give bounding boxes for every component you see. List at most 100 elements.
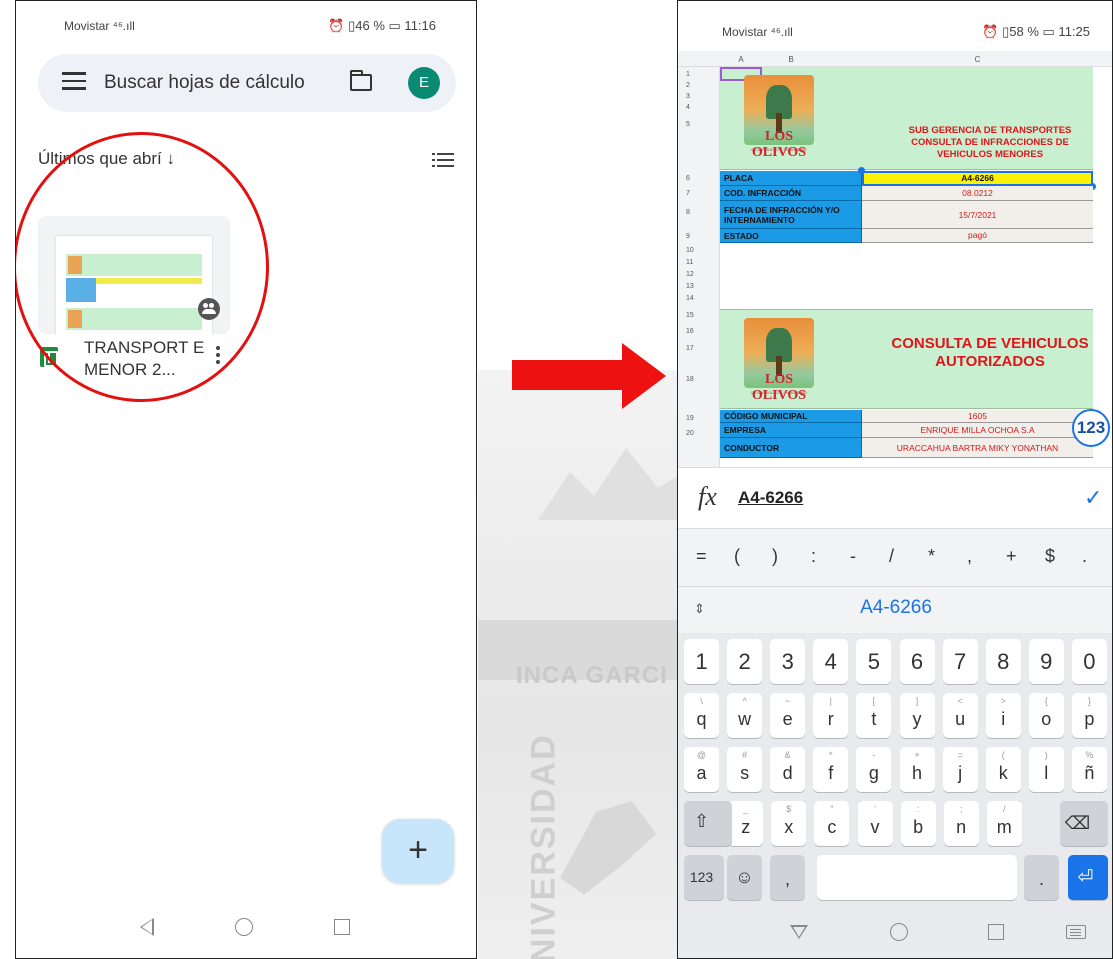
hamburger-menu-icon[interactable] — [62, 72, 86, 92]
symbol-key[interactable]: $ — [1045, 546, 1055, 567]
key-p[interactable]: } p — [1071, 693, 1107, 738]
emoji-key[interactable]: ☺ — [727, 855, 762, 900]
key-9[interactable]: 9 — [1028, 639, 1064, 684]
key-h[interactable]: + h — [899, 747, 935, 792]
row-header-12[interactable]: 12 — [678, 271, 720, 278]
formula-input[interactable]: A4-6266 — [738, 488, 803, 508]
row-header-15[interactable]: 15 — [678, 312, 720, 319]
cell-value-fecha[interactable]: 15/7/2021 — [862, 201, 1093, 229]
key-7[interactable]: 7 — [942, 639, 978, 684]
key-e[interactable]: ~ e — [770, 693, 806, 738]
spreadsheet-grid[interactable]: LOS OLIVOS DESARROLLO Y PROGRESO SUB GER… — [720, 67, 1112, 467]
key-d[interactable]: & d — [770, 747, 806, 792]
key-6[interactable]: 6 — [899, 639, 935, 684]
key-a[interactable]: @ a — [684, 747, 719, 792]
confirm-check-icon[interactable]: ✓ — [1084, 485, 1102, 511]
row-header-3[interactable]: 3 — [678, 93, 720, 100]
key-u[interactable]: < u — [942, 693, 978, 738]
key-0[interactable]: 0 — [1071, 639, 1107, 684]
row-header-11[interactable]: 11 — [678, 259, 720, 266]
suggested-word[interactable]: A4-6266 — [678, 597, 1112, 619]
key-k[interactable]: (k — [985, 747, 1021, 792]
cell-value-codigo-municipal[interactable]: 1605 — [862, 410, 1093, 423]
key-5[interactable]: 5 — [856, 639, 892, 684]
cell-value-cod-infraccion[interactable]: 08.0212 — [862, 186, 1093, 201]
cell-value-estado[interactable]: pagó — [862, 229, 1093, 243]
cell-value-conductor[interactable]: URACCAHUA BARTRA MIKY YONATHAN — [862, 438, 1093, 458]
key-z[interactable]: _ z — [728, 801, 764, 846]
row-header-8[interactable]: 8 — [678, 209, 720, 216]
row-header-9[interactable]: 9 — [678, 233, 720, 240]
list-view-icon[interactable] — [432, 153, 454, 169]
symbol-key[interactable]: , — [967, 546, 972, 567]
row-header-6[interactable]: 6 — [678, 175, 720, 182]
symbol-key[interactable]: ) — [772, 546, 778, 567]
new-sheet-fab[interactable]: + — [382, 819, 454, 883]
period-key[interactable]: . — [1024, 855, 1059, 900]
row-header-5[interactable]: 5 — [678, 121, 720, 128]
selection-handle-top[interactable] — [858, 167, 865, 174]
key-l[interactable]: ) l — [1028, 747, 1064, 792]
row-header-4[interactable]: 4 — [678, 104, 720, 111]
shift-key[interactable]: ⇧ — [684, 801, 732, 846]
key-1[interactable]: 1 — [684, 639, 719, 684]
back-down-icon[interactable] — [790, 925, 808, 939]
key-g[interactable]: -g — [856, 747, 892, 792]
back-icon[interactable] — [140, 918, 154, 936]
number-format-fab[interactable]: 123 — [1072, 409, 1110, 447]
key-x[interactable]: $ x — [771, 801, 807, 846]
cell-label-cod-infraccion[interactable]: COD. INFRACCIÓN — [720, 186, 862, 201]
row-header-2[interactable]: 2 — [678, 82, 720, 89]
row-header-10[interactable]: 10 — [678, 247, 720, 254]
key-y[interactable]: ] y — [899, 693, 935, 738]
recents-icon[interactable] — [334, 919, 350, 935]
home-icon[interactable] — [235, 918, 253, 936]
cell-label-estado[interactable]: ESTADO — [720, 229, 862, 243]
fx-icon[interactable]: fx — [698, 482, 717, 512]
symbol-key[interactable]: = — [696, 546, 707, 567]
comma-key[interactable]: , — [770, 855, 805, 900]
key-w[interactable]: ^ w — [727, 693, 763, 738]
folder-icon[interactable] — [350, 70, 372, 91]
key-t[interactable]: [t — [856, 693, 892, 738]
symbol-key[interactable]: ( — [734, 546, 740, 567]
cell-value-placa[interactable]: A4-6266 — [862, 171, 1093, 186]
cell-label-codigo-municipal[interactable]: CÓDIGO MUNICIPAL — [720, 410, 862, 423]
key-4[interactable]: 4 — [813, 639, 849, 684]
key-3[interactable]: 3 — [770, 639, 806, 684]
symbol-key[interactable]: + — [1006, 546, 1017, 567]
symbol-key[interactable]: . — [1082, 546, 1087, 567]
key-n[interactable]: ; n — [943, 801, 979, 846]
key-m[interactable]: / m — [986, 801, 1022, 846]
key-c[interactable]: " c — [814, 801, 850, 846]
keyboard-switch-icon[interactable] — [1066, 925, 1086, 939]
cell-value-empresa[interactable]: ENRIQUE MILLA OCHOA S.A — [862, 423, 1093, 438]
key-j[interactable]: = j — [942, 747, 978, 792]
column-header-c[interactable]: C — [862, 55, 1093, 64]
key-ñ[interactable]: % ñ — [1071, 747, 1107, 792]
symbol-key[interactable]: - — [850, 546, 856, 567]
row-header-13[interactable]: 13 — [678, 283, 720, 290]
row-header-19[interactable]: 19 — [678, 415, 720, 422]
key-v[interactable]: ' v — [857, 801, 893, 846]
row-header-20[interactable]: 20 — [678, 430, 720, 437]
row-header-16[interactable]: 16 — [678, 328, 720, 335]
key-i[interactable]: > i — [985, 693, 1021, 738]
row-header-1[interactable]: 1 — [678, 71, 720, 78]
symbol-key[interactable]: * — [928, 546, 935, 567]
column-header-b[interactable]: B — [762, 55, 820, 64]
symbol-key[interactable]: / — [889, 546, 894, 567]
row-header-17[interactable]: 17 — [678, 345, 720, 352]
key-8[interactable]: 8 — [985, 639, 1021, 684]
key-r[interactable]: | r — [813, 693, 849, 738]
cell-label-conductor[interactable]: CONDUCTOR — [720, 438, 862, 458]
symbol-key[interactable]: : — [811, 546, 816, 567]
key-2[interactable]: 2 — [727, 639, 763, 684]
key-s[interactable]: # s — [727, 747, 763, 792]
cell-label-fecha[interactable]: FECHA DE INFRACCIÓN Y/O INTERNAMIENTO — [720, 201, 862, 229]
recents-icon[interactable] — [988, 924, 1004, 940]
key-f[interactable]: * f — [813, 747, 849, 792]
search-placeholder[interactable]: Buscar hojas de cálculo — [104, 72, 305, 94]
account-avatar[interactable]: E — [408, 67, 440, 99]
mode-switch-key[interactable]: 123 — [684, 855, 724, 900]
